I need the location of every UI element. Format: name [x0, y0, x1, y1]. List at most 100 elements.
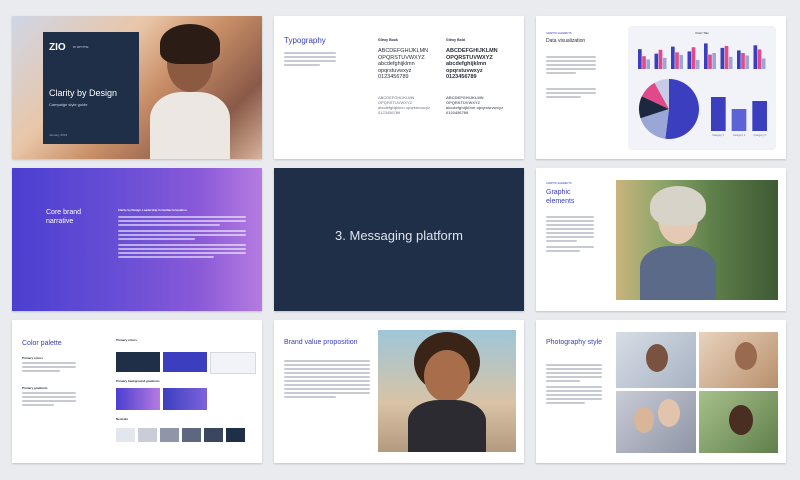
- bar-1-series-1: [638, 49, 642, 69]
- bar-5-series-2: [708, 54, 712, 69]
- font-col1-digits: 0123456789: [378, 74, 409, 80]
- typography-body: [284, 52, 336, 68]
- dataviz-body-2: [546, 88, 596, 100]
- bar-1-series-3: [646, 59, 650, 69]
- slide-typography[interactable]: Typography Gilroy Book ABCDEFGHIJKLMN OP…: [274, 16, 524, 159]
- swatch-row-primary: [116, 352, 256, 374]
- slide-data-visualization[interactable]: GRAPHIC ELEMENTS Data visualization Char…: [536, 16, 786, 159]
- cover-date: January 2023: [49, 133, 68, 137]
- woman-body: [150, 92, 230, 159]
- swatch-navy: [116, 352, 160, 372]
- zio-logo: ZIO: [49, 42, 66, 53]
- bar-2-series-3: [662, 57, 667, 69]
- slide-brand-value-proposition[interactable]: Brand value proposition: [274, 320, 524, 463]
- swatch-neutral-3: [160, 428, 179, 442]
- palette-primary-gradients-label: Primary gradients: [22, 386, 48, 390]
- slide-photography-style[interactable]: Photography style: [536, 320, 786, 463]
- font-col1-lower: abcdefghijklmn opqrstuvwxyz: [378, 61, 415, 74]
- swatch-neutral-5: [204, 428, 223, 442]
- core-lead: Clarity by Design. Leadership in Cardiac…: [118, 208, 188, 212]
- bar-7-series-2: [741, 53, 745, 69]
- bar-5-series-1: [704, 43, 708, 69]
- photo-grid-4: [699, 391, 778, 453]
- zio-logo-sub: BY IRHYTHM: [73, 46, 89, 49]
- slide-color-palette[interactable]: Color palette Primary colors Primary gra…: [12, 320, 262, 463]
- font-col1-title: Gilroy Book: [378, 38, 398, 42]
- swatch-row-neutrals: [116, 428, 245, 442]
- font-col2-title: Gilroy Bold: [446, 38, 465, 42]
- swatch-neutrals-label: Neutrals: [116, 417, 129, 421]
- slide-cover[interactable]: ZIO BY IRHYTHM Clarity by Design Campaig…: [12, 16, 262, 159]
- dataviz-title: Data visualization: [546, 38, 586, 44]
- bar-8-series-1: [753, 45, 758, 69]
- small-bar-1: [711, 97, 726, 131]
- value-body: [284, 360, 370, 400]
- bar-5-series-3: [712, 53, 716, 69]
- cover-title-panel: ZIO BY IRHYTHM Clarity by Design Campaig…: [43, 32, 139, 144]
- swatch-light: [210, 352, 256, 374]
- bar-4-series-1: [687, 51, 692, 69]
- core-title: Core brand narrative: [46, 209, 82, 225]
- bar-7-series-1: [737, 50, 741, 69]
- bar-1-series-2: [642, 56, 646, 69]
- slide-core-brand-narrative[interactable]: Core brand narrative Clarity by Design. …: [12, 168, 262, 311]
- graphic-title: Graphic elements: [546, 189, 575, 205]
- bar-4-series-2: [691, 47, 696, 69]
- pie-slice-1: [665, 79, 699, 139]
- swatch-indigo: [163, 352, 207, 372]
- photo-grid-3: [616, 391, 696, 453]
- swatch-neutral-1: [116, 428, 135, 442]
- chart-title: Chart Title: [695, 31, 709, 35]
- palette-body: [22, 362, 76, 374]
- palette-primary-colors-label: Primary colors: [22, 356, 44, 360]
- cover-subtitle: Campaign style guide: [49, 102, 88, 107]
- bar-3-series-1: [671, 46, 675, 69]
- graphic-eyebrow: GRAPHIC ELEMENTS: [546, 182, 572, 185]
- bar-4-series-3: [695, 60, 700, 69]
- font-col2-upper: ABCDEFGHIJKLMN OPQRSTUVWXYZ: [446, 48, 498, 61]
- font-col1-digits-small: 0123456789: [378, 109, 401, 115]
- font-col2-upper-small: ABCDEFGHIJKLMN OPQRSTUVWXYZ: [446, 94, 484, 105]
- smiling-woman-photo: [378, 330, 516, 452]
- chart-card: Chart Title Category 1 Category 2 Category…: [628, 26, 776, 150]
- bar-2-series-2: [658, 49, 663, 69]
- swatch-row-gradients: [116, 388, 207, 410]
- bar-6-series-3: [728, 56, 733, 69]
- swatch-gradient-2: [163, 388, 207, 410]
- cover-title: Clarity by Design: [49, 88, 118, 98]
- bar-3-series-3: [679, 54, 683, 69]
- graphic-body: [546, 216, 594, 254]
- slide-graphic-elements[interactable]: GRAPHIC ELEMENTS Graphic elements: [536, 168, 786, 311]
- typography-title: Typography: [284, 36, 326, 45]
- bar-6-series-1: [720, 47, 725, 69]
- font-col2-lower: abcdefghijklmn opqrstuvwxyz: [446, 61, 487, 74]
- slide-messaging-platform[interactable]: 3. Messaging platform: [274, 168, 524, 311]
- palette-title: Color palette: [22, 340, 62, 347]
- woman-hair: [160, 24, 220, 64]
- dataviz-body: [546, 56, 596, 76]
- small-bar-2: [731, 109, 747, 131]
- older-woman-photo: [616, 180, 778, 300]
- pie-chart: [639, 79, 699, 139]
- palette-body-2: [22, 392, 76, 408]
- swatch-primary-label: Primary colors: [116, 338, 138, 342]
- bar-chart: [638, 43, 766, 69]
- bar-3-series-2: [675, 52, 679, 69]
- photo-body: [546, 364, 602, 406]
- font-col2-digits-small: 0123456789: [446, 109, 469, 115]
- messaging-title: 3. Messaging platform: [335, 228, 463, 243]
- bar-2-series-1: [654, 53, 659, 69]
- photo-title: Photography style: [546, 339, 603, 346]
- swatch-neutral-2: [138, 428, 157, 442]
- font-col2-digits: 0123456789: [446, 74, 477, 80]
- small-bar-chart: Category 1 Category 2 Category 3: [711, 97, 767, 137]
- photo-grid-1: [616, 332, 696, 388]
- bar-8-series-2: [757, 49, 762, 69]
- swatch-neutral-4: [182, 428, 201, 442]
- bar-7-series-3: [745, 55, 749, 69]
- small-bar-label-2: Category 2: [733, 134, 746, 137]
- bar-8-series-3: [761, 58, 766, 69]
- value-title: Brand value proposition: [284, 339, 358, 346]
- swatch-neutral-6: [226, 428, 245, 442]
- dataviz-eyebrow: GRAPHIC ELEMENTS: [546, 32, 572, 35]
